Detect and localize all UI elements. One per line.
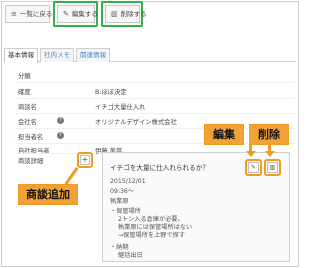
add-deal-callout: 商談追加: [18, 184, 78, 205]
edit-callout: 編集: [204, 124, 244, 145]
comment-line: 継括出日: [118, 252, 143, 259]
field-label-category: 分類: [18, 73, 31, 80]
tab-related-info[interactable]: 関連情報: [76, 48, 110, 62]
field-label-probability: 確度: [18, 89, 31, 96]
tab-basic-info[interactable]: 基本情報: [4, 48, 38, 63]
row-divider: [14, 82, 294, 83]
comment-line: 2015/12/01: [110, 178, 146, 185]
edit-label: 編集する: [71, 10, 98, 18]
comment-title: イチゴを大量に仕入れられるか？: [110, 164, 209, 172]
delete-button[interactable]: ▥ 削除する: [105, 5, 147, 23]
deal-comment-card: イチゴを大量に仕入れられるか？ ✎ ▥ 2015/12/01 09:36～ 執業…: [102, 152, 290, 262]
trash-icon: ▥: [111, 10, 118, 18]
add-deal-button[interactable]: +: [80, 155, 90, 165]
field-label-company: 会社名: [18, 119, 37, 126]
plus-icon: +: [81, 155, 89, 164]
field-label-contact: 担当者名: [18, 134, 44, 141]
comment-line: →保管場所を上野で探す: [118, 232, 186, 239]
delete-label: 削除する: [120, 10, 147, 18]
delete-callout: 削除: [249, 124, 289, 145]
delete-callout-arrowhead: [265, 151, 275, 157]
field-value-probability: B:ほぼ決定: [95, 89, 127, 96]
list-icon: ≡: [11, 10, 17, 18]
comment-line: 09:36～: [110, 188, 135, 195]
tab-bar: 基本情報 社内メモ 関連情報: [4, 48, 296, 63]
question-icon[interactable]: ?: [57, 132, 64, 139]
field-label-deal-details: 商談詳細: [18, 158, 44, 165]
tab-internal-memo[interactable]: 社内メモ: [40, 48, 74, 62]
field-label-deal-name: 商談名: [18, 104, 37, 111]
edit-comment-button[interactable]: ✎: [248, 162, 259, 173]
question-icon[interactable]: ?: [57, 117, 64, 124]
trash-icon: ▥: [269, 164, 276, 171]
comment-line: 執業原: [110, 198, 129, 205]
field-value-deal-name: イチゴ大量仕入れ: [95, 104, 146, 111]
pencil-icon: ✎: [63, 10, 69, 18]
edit-callout-arrowhead: [246, 151, 256, 157]
field-value-company: オリジナルデザイン株式会社: [95, 119, 177, 126]
back-to-list-button[interactable]: ≡ 一覧に戻る: [5, 5, 53, 23]
back-to-list-label: 一覧に戻る: [19, 10, 53, 18]
row-divider: [14, 98, 294, 99]
delete-comment-button[interactable]: ▥: [267, 162, 278, 173]
row-divider: [14, 113, 294, 114]
edit-button[interactable]: ✎ 編集する: [57, 5, 98, 23]
pencil-icon: ✎: [250, 164, 257, 171]
